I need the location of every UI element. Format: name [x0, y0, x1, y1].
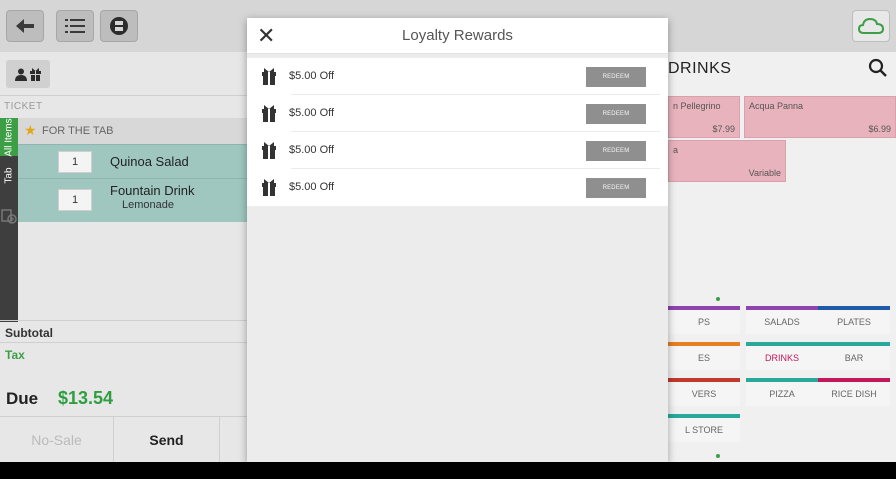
- product-tile[interactable]: n Pellegrino $7.99: [668, 96, 740, 138]
- back-arrow-icon: [16, 19, 34, 33]
- customer-bar: [0, 52, 248, 96]
- list-icon: [65, 19, 85, 33]
- category-button[interactable]: BAR: [818, 342, 890, 370]
- ticket-line-item[interactable]: 1 Fountain Drink Lemonade: [18, 178, 248, 222]
- reward-row: $5.00 Off REDEEM: [247, 95, 668, 132]
- loyalty-rewards-dialog: ✕ Loyalty Rewards $5.00 Off REDEEM $5.00…: [247, 18, 668, 462]
- tab-all-items-label: All Items: [3, 117, 15, 157]
- category-button[interactable]: VERS: [668, 378, 740, 406]
- item-name: Fountain Drink: [110, 183, 195, 198]
- for-the-tab-label: FOR THE TAB: [42, 125, 114, 137]
- back-button[interactable]: [6, 10, 44, 42]
- product-price: Variable: [748, 168, 781, 178]
- gift-icon: [262, 105, 276, 122]
- item-modifier: Lemonade: [122, 199, 174, 211]
- page-dot: [716, 454, 720, 458]
- category-button[interactable]: PIZZA: [746, 378, 818, 406]
- ticket-line-item[interactable]: 1 Quinoa Salad: [18, 144, 248, 178]
- star-icon: ★: [24, 122, 37, 138]
- gift-icon: [262, 142, 276, 159]
- add-ticket-button[interactable]: [0, 198, 18, 234]
- product-name: Acqua Panna: [749, 101, 804, 111]
- for-the-tab-row[interactable]: ★ FOR THE TAB: [18, 118, 248, 144]
- dialog-title: Loyalty Rewards: [402, 27, 513, 44]
- product-name: n Pellegrino: [673, 101, 721, 111]
- tax-line: Tax: [0, 342, 248, 364]
- page-dot: [716, 297, 720, 301]
- subtotal-label: Subtotal: [5, 326, 53, 340]
- cash-drawer-button[interactable]: [100, 10, 138, 42]
- category-heading: DRINKS: [668, 60, 732, 77]
- drawer-icon: [110, 17, 128, 35]
- ticket-actions: No-Sale Send: [0, 416, 248, 462]
- search-icon[interactable]: [868, 58, 888, 78]
- due-amount: $13.54: [58, 388, 114, 408]
- pos-app: TICKET All Items Tab ★ FOR THE TAB 1 Qui…: [0, 0, 896, 462]
- no-sale-button[interactable]: No-Sale: [0, 417, 114, 462]
- reward-label: $5.00 Off: [289, 107, 335, 119]
- category-button[interactable]: ES: [668, 342, 740, 370]
- reward-row: $5.00 Off REDEEM: [247, 169, 668, 206]
- category-button[interactable]: PS: [668, 306, 740, 334]
- menu-panel: DRINKS n Pellegrino $7.99 Acqua Panna $6…: [668, 52, 896, 462]
- ticket-panel: TICKET All Items Tab ★ FOR THE TAB 1 Qui…: [0, 52, 248, 462]
- item-name: Quinoa Salad: [110, 154, 189, 169]
- ticket-label: TICKET: [4, 101, 43, 112]
- redeem-button[interactable]: REDEEM: [586, 141, 646, 161]
- redeem-button[interactable]: REDEEM: [586, 178, 646, 198]
- item-qty[interactable]: 1: [58, 189, 92, 211]
- cloud-icon: [858, 17, 884, 34]
- gift-icon: [30, 67, 41, 81]
- send-button[interactable]: Send: [114, 417, 220, 462]
- person-icon: [15, 68, 27, 81]
- tab-tab[interactable]: Tab: [0, 156, 18, 194]
- gift-icon: [262, 179, 276, 196]
- product-tile[interactable]: Acqua Panna $6.99: [744, 96, 896, 138]
- product-price: $6.99: [868, 124, 891, 134]
- add-ticket-icon: [1, 209, 17, 224]
- reward-label: $5.00 Off: [289, 70, 335, 82]
- ticket-side-tabs: All Items Tab: [0, 118, 18, 322]
- menu-list-button[interactable]: [56, 10, 94, 42]
- category-button[interactable]: DRINKS: [746, 342, 818, 370]
- reward-label: $5.00 Off: [289, 181, 335, 193]
- category-button[interactable]: PLATES: [818, 306, 890, 334]
- tab-tab-label: Tab: [3, 166, 15, 184]
- product-price: $7.99: [712, 124, 735, 134]
- category-button[interactable]: SALADS: [746, 306, 818, 334]
- due-label: Due: [6, 389, 39, 408]
- category-button[interactable]: RICE DISH: [818, 378, 890, 406]
- category-button[interactable]: L STORE: [668, 414, 740, 442]
- reward-row: $5.00 Off REDEEM: [247, 58, 668, 95]
- tax-label: Tax: [5, 348, 25, 362]
- dialog-header: ✕ Loyalty Rewards: [247, 18, 668, 54]
- gift-icon: [262, 68, 276, 85]
- customer-button[interactable]: [6, 60, 50, 88]
- rewards-list: $5.00 Off REDEEM $5.00 Off REDEEM $5.00 …: [247, 58, 668, 206]
- product-name: a: [673, 145, 679, 155]
- item-qty[interactable]: 1: [58, 151, 92, 173]
- due-line: Due $13.54: [0, 382, 248, 418]
- cloud-sync-button[interactable]: [852, 10, 890, 42]
- redeem-button[interactable]: REDEEM: [586, 67, 646, 87]
- redeem-button[interactable]: REDEEM: [586, 104, 646, 124]
- subtotal-line: Subtotal: [0, 320, 248, 342]
- reward-row: $5.00 Off REDEEM: [247, 132, 668, 169]
- product-tile[interactable]: a Variable: [668, 140, 786, 182]
- tab-all-items[interactable]: All Items: [0, 118, 18, 156]
- reward-label: $5.00 Off: [289, 144, 335, 156]
